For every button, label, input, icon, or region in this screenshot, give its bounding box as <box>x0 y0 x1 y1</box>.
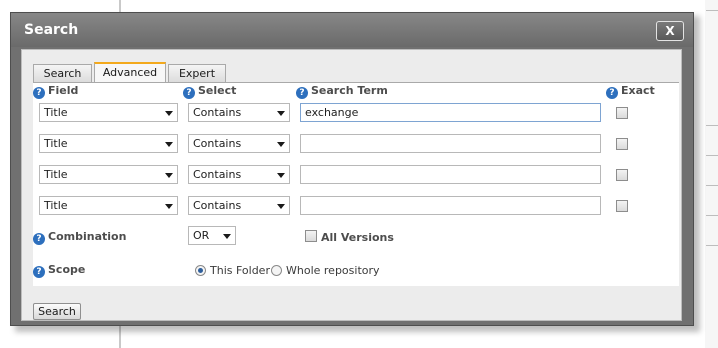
chevron-down-icon <box>165 173 173 178</box>
search-button[interactable]: Search <box>33 303 81 320</box>
chevron-down-icon <box>277 111 285 116</box>
tab-search[interactable]: Search <box>33 64 92 82</box>
scope-this-folder-radio[interactable] <box>195 265 206 276</box>
all-versions-label: All Versions <box>321 231 394 244</box>
chevron-down-icon <box>165 142 173 147</box>
chevron-down-icon <box>223 234 231 239</box>
search-term-input[interactable] <box>300 196 601 215</box>
chevron-down-icon <box>277 142 285 147</box>
help-icon[interactable]: ? <box>296 87 308 99</box>
field-select[interactable]: Title <box>39 196 178 215</box>
exact-checkbox[interactable] <box>616 200 628 212</box>
tab-expert[interactable]: Expert <box>168 64 226 82</box>
search-term-input[interactable] <box>300 134 601 153</box>
chevron-down-icon <box>165 111 173 116</box>
tab-advanced[interactable]: Advanced <box>94 62 166 83</box>
operator-select[interactable]: Contains <box>188 134 290 153</box>
exact-checkbox[interactable] <box>616 107 628 119</box>
field-header: ? Field <box>33 84 78 99</box>
background-tick <box>706 10 718 11</box>
background-page-edge <box>705 0 718 348</box>
all-versions-checkbox[interactable] <box>305 230 317 242</box>
field-select[interactable]: Title <box>39 103 178 122</box>
select-header: ? Select <box>183 84 236 99</box>
search-dialog: Search X Search Advanced Expert ? Field ?… <box>10 12 694 326</box>
background-tick <box>706 245 718 246</box>
dialog-title: Search <box>24 22 79 38</box>
field-select[interactable]: Title <box>39 134 178 153</box>
chevron-down-icon <box>165 204 173 209</box>
dialog-title-bar[interactable]: Search X <box>11 13 693 47</box>
background-tick <box>706 155 718 156</box>
exact-header: ? Exact <box>606 84 655 99</box>
operator-select[interactable]: Contains <box>188 103 290 122</box>
scope-whole-repository-label: Whole repository <box>286 264 380 277</box>
help-icon[interactable]: ? <box>606 87 618 99</box>
scope-this-folder-label: This Folder <box>210 264 270 277</box>
dialog-body: Search Advanced Expert ? Field ? Select ? S… <box>21 49 682 321</box>
operator-select[interactable]: Contains <box>188 165 290 184</box>
exact-checkbox[interactable] <box>616 138 628 150</box>
help-icon[interactable]: ? <box>33 266 45 278</box>
background-tick <box>706 125 718 126</box>
scope-label: ? Scope <box>33 263 85 278</box>
chevron-down-icon <box>277 173 285 178</box>
background-tick <box>706 185 718 186</box>
operator-select[interactable]: Contains <box>188 196 290 215</box>
exact-checkbox[interactable] <box>616 169 628 181</box>
search-term-input[interactable] <box>300 165 601 184</box>
search-term-header: ? Search Term <box>296 84 388 99</box>
scope-whole-repository-radio[interactable] <box>271 265 282 276</box>
help-icon[interactable]: ? <box>33 87 45 99</box>
close-button[interactable]: X <box>656 21 684 41</box>
chevron-down-icon <box>277 204 285 209</box>
help-icon[interactable]: ? <box>33 233 45 245</box>
field-select[interactable]: Title <box>39 165 178 184</box>
combination-select[interactable]: OR <box>188 226 236 245</box>
advanced-search-panel: ? Field ? Select ? Search Term ? Exact Title… <box>33 82 679 286</box>
help-icon[interactable]: ? <box>183 87 195 99</box>
search-term-input[interactable]: exchange <box>300 103 601 122</box>
background-tick <box>706 215 718 216</box>
combination-label: ? Combination <box>33 230 126 245</box>
